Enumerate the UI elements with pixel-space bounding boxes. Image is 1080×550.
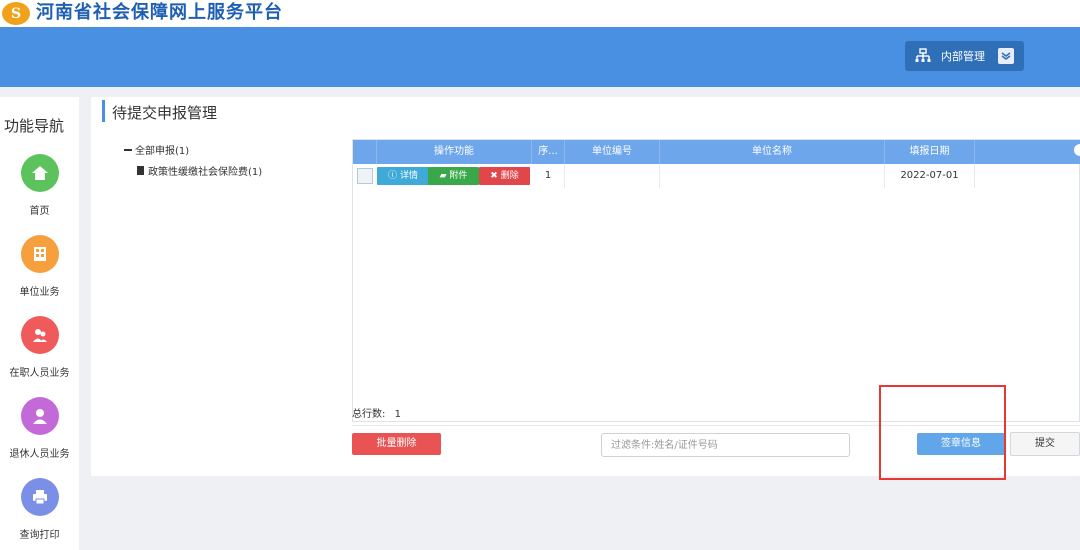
tree-root-label: 全部申报(1): [135, 146, 190, 157]
nav-item-retiree-business[interactable]: 退休人员业务: [0, 397, 79, 460]
nav-item-label: 首页: [29, 206, 50, 217]
batch-delete-button[interactable]: 批量删除: [352, 433, 441, 455]
tree-child[interactable]: 政策性缓缴社会保险费(1): [137, 163, 262, 178]
column-header[interactable]: 序...: [532, 140, 565, 164]
site-logo: S: [2, 2, 30, 25]
title-accent-bar: [102, 100, 105, 122]
submit-button[interactable]: 提交: [1010, 432, 1080, 456]
nav-item-label: 在职人员业务: [9, 368, 70, 379]
total-rows: 总行数: 1: [352, 405, 401, 420]
document-icon: [137, 166, 144, 175]
home-icon: [20, 154, 59, 192]
chevron-down-icon[interactable]: [998, 48, 1014, 64]
tree-root[interactable]: 全部申报(1): [124, 142, 262, 157]
page-title: 待提交申报管理: [112, 104, 218, 122]
column-header[interactable]: 填报日期: [885, 140, 975, 164]
declaration-tree: 全部申报(1) 政策性缓缴社会保险费(1): [124, 142, 262, 178]
folder-open-icon: ▰: [439, 171, 447, 181]
nav-item-label: 查询打印: [19, 530, 60, 541]
person-icon: [20, 397, 59, 435]
cell-unit-no: [565, 164, 660, 188]
nav-item-unit-business[interactable]: 单位业务: [0, 235, 79, 298]
people-icon: [20, 316, 59, 354]
cell-seq: 1: [532, 164, 565, 188]
column-header[interactable]: 单位编号: [565, 140, 660, 164]
column-header-extra: [975, 140, 1080, 164]
declaration-table: 操作功能 序... 单位编号 单位名称 填报日期 ⓘ 详情 ▰ 附件 ✖ 删除 …: [352, 139, 1080, 422]
cell-date: 2022-07-01: [885, 164, 975, 188]
side-navigation: 功能导航 首页 单位业务 在职人员业务 退休人员业务 查询打印: [0, 97, 79, 550]
internal-management-menu[interactable]: 内部管理: [905, 41, 1024, 71]
app-header: 内部管理: [0, 27, 1080, 87]
table-row: ⓘ 详情 ▰ 附件 ✖ 删除 1 2022-07-01: [353, 164, 1080, 188]
delete-button[interactable]: ✖ 删除: [479, 167, 530, 185]
org-chart-icon: [915, 48, 931, 62]
nav-item-label: 单位业务: [19, 287, 60, 298]
column-toggle-icon[interactable]: [1074, 144, 1080, 156]
internal-management-label: 内部管理: [941, 50, 985, 63]
attachment-button[interactable]: ▰ 附件: [428, 167, 479, 185]
top-title-strip: S 河南省社会保障网上服务平台: [0, 0, 1080, 27]
column-header: 操作功能: [377, 140, 532, 164]
info-icon: ⓘ: [388, 171, 398, 181]
row-checkbox[interactable]: [357, 168, 373, 184]
tree-child-label: 政策性缓缴社会保险费(1): [148, 167, 263, 178]
close-icon: ✖: [490, 171, 498, 181]
nav-item-employee-business[interactable]: 在职人员业务: [0, 316, 79, 379]
filter-input[interactable]: [601, 433, 850, 457]
printer-icon: [20, 478, 59, 516]
nav-title: 功能导航: [4, 117, 65, 135]
table-header: 操作功能 序... 单位编号 单位名称 填报日期: [353, 140, 1080, 164]
total-value: 1: [394, 409, 401, 420]
total-label: 总行数:: [352, 409, 386, 420]
collapse-icon[interactable]: [124, 148, 132, 151]
nav-item-query-print[interactable]: 查询打印: [0, 478, 79, 541]
cell-unit-name: [660, 164, 885, 188]
nav-item-home[interactable]: 首页: [0, 154, 79, 217]
site-title: 河南省社会保障网上服务平台: [36, 2, 283, 23]
highlight-annotation: [879, 385, 1006, 480]
detail-button[interactable]: ⓘ 详情: [377, 167, 429, 185]
column-header[interactable]: 单位名称: [660, 140, 885, 164]
nav-item-label: 退休人员业务: [9, 449, 70, 460]
header-checkbox[interactable]: [353, 140, 377, 164]
building-icon: [20, 235, 59, 273]
